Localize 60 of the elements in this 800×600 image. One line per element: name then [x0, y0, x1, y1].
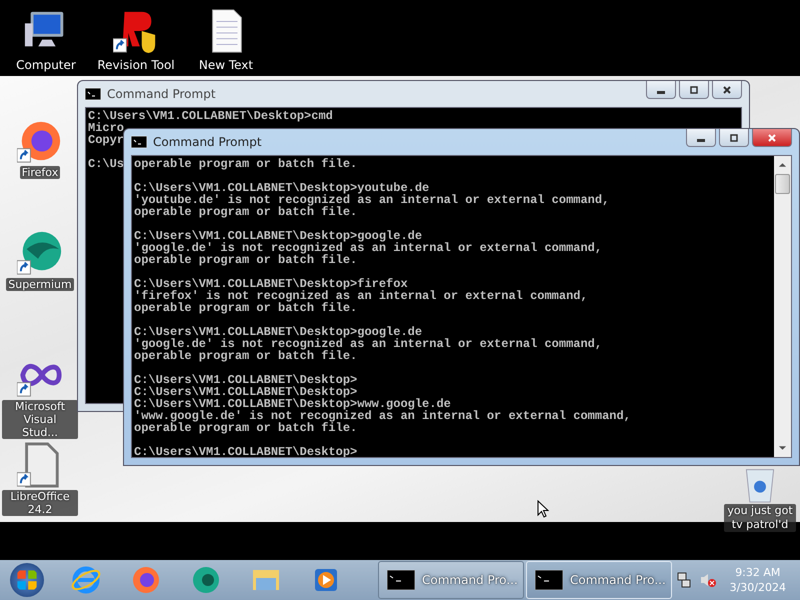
console-line: C:\Users\VM1.COLLABNET\Desktop> — [134, 374, 358, 386]
window-title: Command Prompt — [153, 135, 263, 149]
scrollbar-thumb[interactable] — [775, 174, 790, 194]
console-line: C:\Users\VM1.COLLABNET\Desktop>www.google.de — [134, 398, 451, 410]
console-line: 'youtube.de' is not recognized as an internal or external command, — [134, 194, 610, 206]
clock-time[interactable]: 9:32 AM — [735, 565, 780, 580]
icon-label: you just got tv patrol'd — [724, 504, 796, 532]
taskbar-button[interactable]: Command Pro... — [526, 561, 672, 599]
console-icon — [131, 136, 147, 148]
browser-icon[interactable] — [190, 564, 222, 596]
down-arrow-icon[interactable] — [778, 445, 787, 451]
icon-label: Computer — [16, 58, 76, 72]
console-line: C:\Users\VM1.COLLABNET\Desktop>google.de — [134, 230, 422, 242]
icon-label: Revision Tool — [97, 58, 175, 72]
console-line: operable program or batch file. — [134, 158, 358, 170]
close-icon — [767, 132, 777, 142]
icon-label: Firefox — [20, 166, 60, 179]
browser-icon[interactable] — [17, 230, 63, 276]
minimize-icon — [697, 138, 705, 142]
console-line: C:\Users\VM1.COLLABNET\Desktop>cmd — [88, 110, 333, 122]
taskbar-button[interactable]: Command Pro... — [378, 561, 524, 599]
console-icon — [387, 570, 415, 590]
console-icon — [85, 88, 101, 100]
maximize-icon — [689, 84, 699, 94]
windows-logo-icon — [10, 563, 44, 597]
console-line: operable program or batch file. — [134, 302, 358, 314]
close-icon — [722, 84, 732, 94]
firefox-icon[interactable] — [130, 564, 162, 596]
maximize-icon — [729, 132, 739, 142]
console-line: 'google.de' is not recognized as an internal or external command, — [134, 242, 602, 254]
minimize-icon — [657, 90, 665, 94]
minimize-button[interactable] — [686, 129, 716, 147]
window-title: Command Prompt — [107, 87, 217, 101]
scrollbar[interactable] — [774, 156, 791, 457]
console-line: operable program or batch file. — [134, 422, 358, 434]
console-line: 'firefox' is not recognized as an internal or external command, — [134, 290, 588, 302]
icon-label: New Text — [198, 58, 254, 72]
console-line: C:\Users\VM1.COLLABNET\Desktop> — [134, 386, 358, 398]
icon-label: Supermium — [6, 278, 74, 291]
console-line: operable program or batch file. — [134, 254, 358, 266]
console-line: C:\Users\VM1.COLLABNET\Desktop>google.de — [134, 326, 422, 338]
console-line: operable program or batch file. — [134, 206, 358, 218]
maximize-button[interactable] — [719, 129, 749, 147]
console-line: operable program or batch file. — [134, 350, 358, 362]
console-line: C:\Users\VM1.COLLABNET\Desktop>youtube.de — [134, 182, 430, 194]
up-arrow-icon[interactable] — [778, 162, 787, 168]
console-line: 'www.google.de' is not recognized as an internal or external command, — [134, 410, 631, 422]
close-button[interactable] — [752, 129, 792, 147]
mouse-cursor-icon — [537, 500, 549, 518]
speaker-muted-icon[interactable] — [700, 572, 716, 588]
console-line: 'google.de' is not recognized as an internal or external command, — [134, 338, 602, 350]
console-line: Micro — [88, 122, 124, 134]
network-icon[interactable] — [676, 572, 692, 588]
console-line: C:\Users\VM1.COLLABNET\Desktop>firefox — [134, 278, 408, 290]
icon-label: Microsoft Visual Stud... — [2, 400, 78, 439]
console-line: Copyr — [88, 134, 124, 146]
clock-date[interactable]: 3/30/2024 — [730, 580, 786, 595]
icon-label: LibreOffice 24.2 — [2, 490, 78, 516]
console-line: C:\Us — [88, 158, 124, 170]
console-icon — [535, 570, 563, 590]
